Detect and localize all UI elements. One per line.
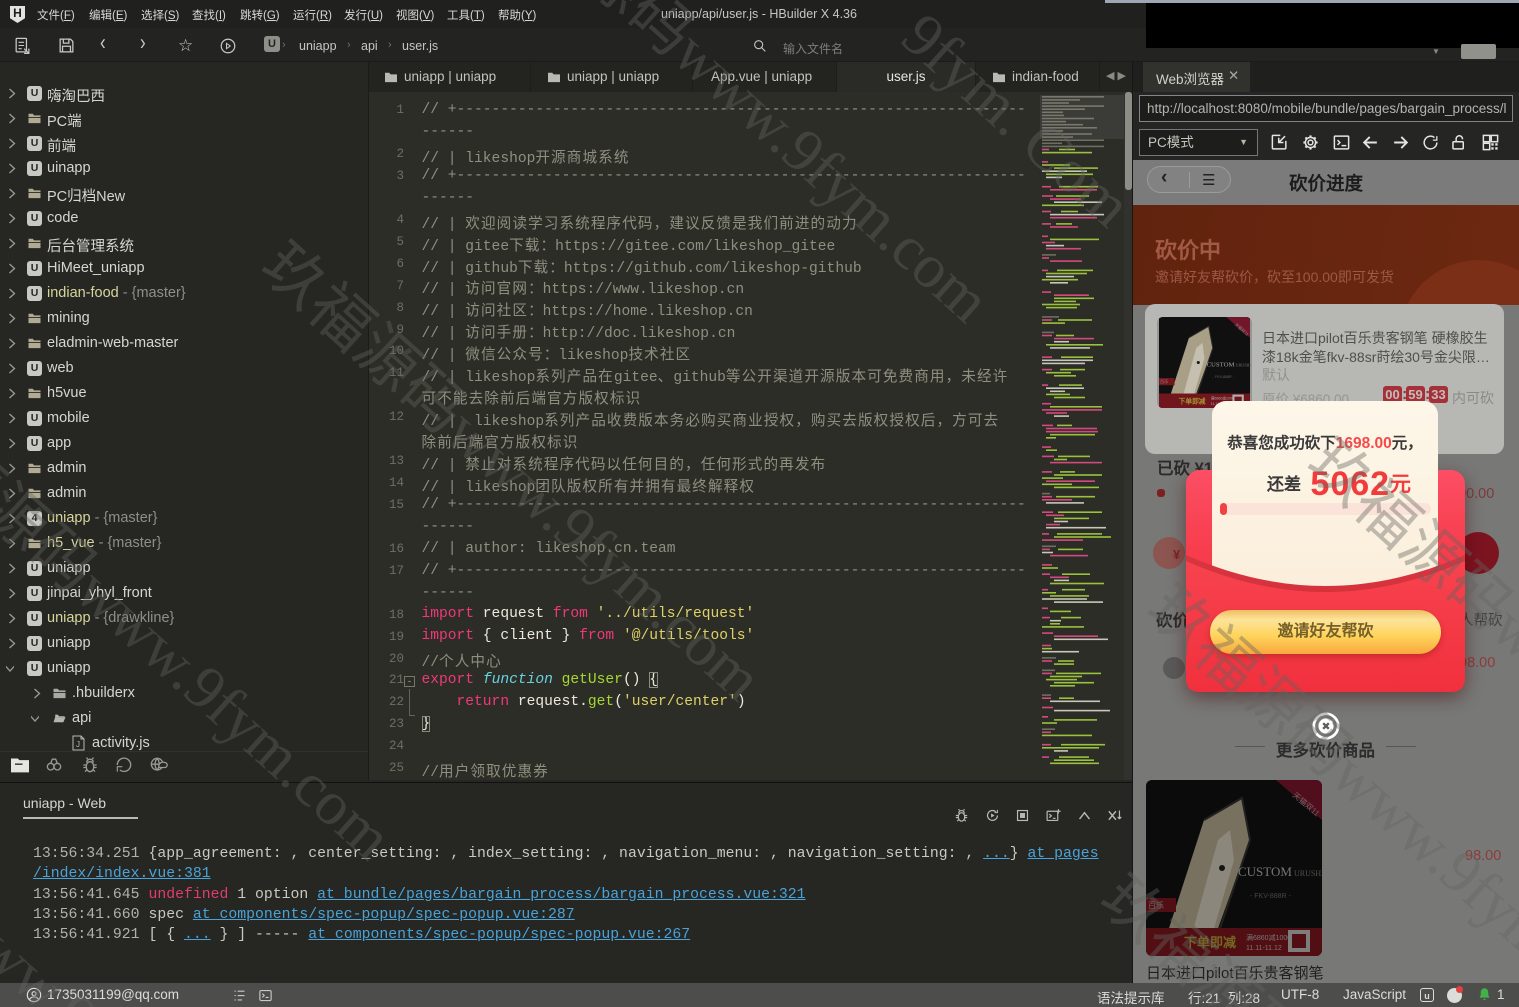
svg-text:J: J xyxy=(76,740,80,749)
